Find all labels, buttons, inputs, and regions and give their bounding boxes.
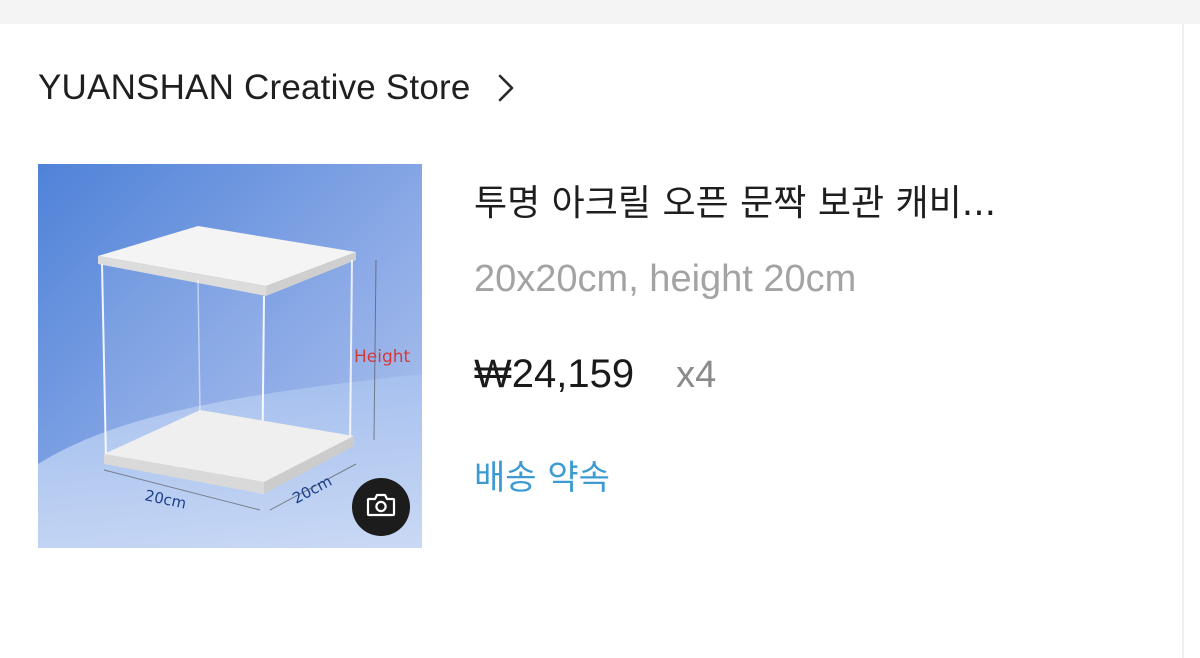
delivery-promise-link[interactable]: 배송 약속 (474, 450, 610, 499)
chevron-right-icon (495, 71, 517, 105)
camera-icon (366, 492, 396, 522)
price-row: ₩24,159 x4 (474, 352, 716, 397)
product-title[interactable]: 투명 아크릴 오픈 문짝 보관 캐비... (474, 174, 1164, 226)
product-variant: 20x20cm, height 20cm (474, 258, 857, 300)
store-header-link[interactable]: YUANSHAN Creative Store (38, 62, 517, 114)
top-separator-strip (0, 0, 1200, 24)
product-price: ₩24,159 (474, 352, 635, 396)
right-edge-divider (1182, 24, 1184, 658)
height-label: Height (354, 347, 411, 367)
store-name: YUANSHAN Creative Store (38, 68, 471, 107)
camera-button[interactable] (352, 478, 410, 536)
product-quantity: x4 (676, 354, 717, 396)
